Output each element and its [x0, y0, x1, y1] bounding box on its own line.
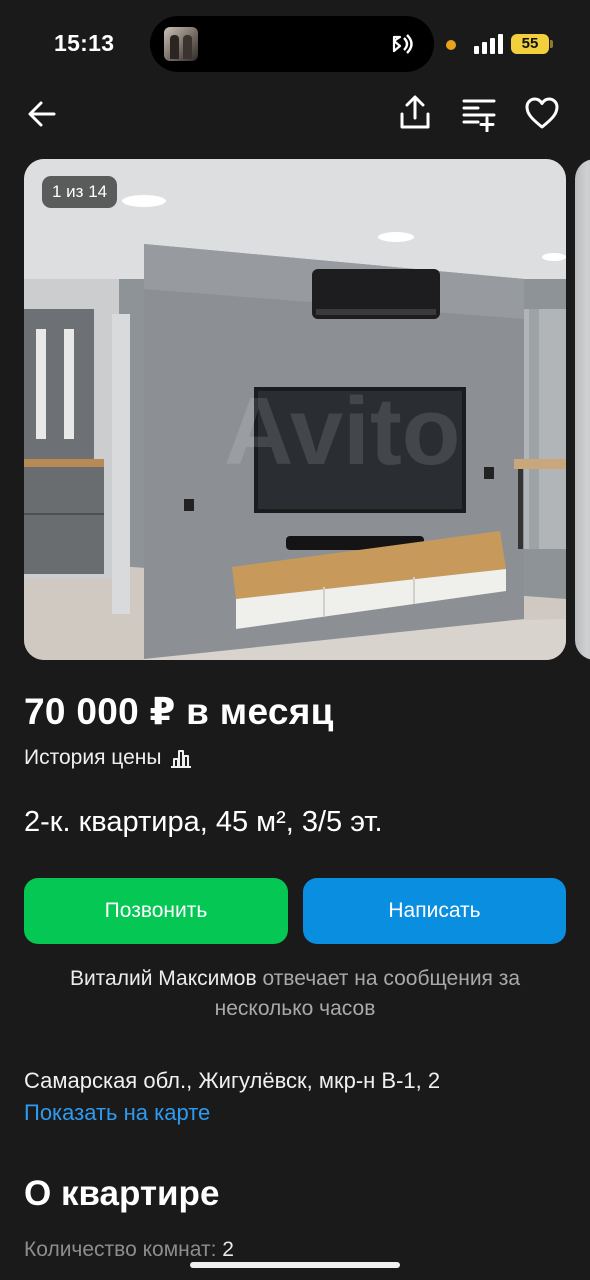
- privacy-indicator-dot: [446, 40, 456, 50]
- seller-response-time: отвечает на сообщения за несколько часов: [214, 967, 521, 1020]
- photo-counter: 1 из 14: [42, 176, 118, 208]
- apartment-photo: Avito: [24, 159, 566, 660]
- cellular-signal-icon: [474, 34, 503, 54]
- price-history-link[interactable]: История цены: [24, 746, 193, 770]
- call-button[interactable]: Позвонить: [24, 878, 288, 944]
- write-message-button[interactable]: Написать: [303, 878, 566, 944]
- avito-watermark: Avito: [224, 378, 460, 485]
- next-photo-preview[interactable]: [575, 159, 590, 660]
- rooms-count-row: Количество комнат: 2: [24, 1238, 234, 1262]
- share-icon[interactable]: [396, 94, 434, 132]
- favorite-heart-icon[interactable]: [523, 94, 561, 132]
- show-on-map-link[interactable]: Показать на карте: [24, 1100, 210, 1126]
- status-time: 15:13: [54, 30, 115, 56]
- bluetooth-headphones-icon: [392, 34, 413, 54]
- photo-gallery[interactable]: Avito: [24, 159, 566, 660]
- about-apartment-heading: О квартире: [24, 1174, 220, 1213]
- compare-icon[interactable]: [460, 94, 498, 132]
- home-indicator[interactable]: [190, 1262, 400, 1268]
- seller-name[interactable]: Виталий Максимов: [70, 967, 257, 990]
- seller-info: Виталий Максимов отвечает на сообщения з…: [24, 964, 566, 1024]
- rooms-count-label: Количество комнат:: [24, 1238, 217, 1261]
- listing-title: 2-к. квартира, 45 м², 3/5 эт.: [24, 806, 383, 838]
- listing-price: 70 000 ₽ в месяц: [24, 691, 334, 732]
- status-bar: 15:13 55: [0, 0, 590, 88]
- dynamic-island: [150, 16, 434, 72]
- back-arrow-icon[interactable]: [24, 96, 60, 132]
- bar-chart-icon: [171, 750, 192, 768]
- battery-indicator: 55: [511, 34, 553, 54]
- address: Самарская обл., Жигулёвск, мкр-н В-1, 2: [24, 1068, 441, 1093]
- price-history-label: История цены: [24, 746, 162, 769]
- now-playing-avatar: [164, 27, 198, 61]
- rooms-count-value: 2: [222, 1238, 234, 1261]
